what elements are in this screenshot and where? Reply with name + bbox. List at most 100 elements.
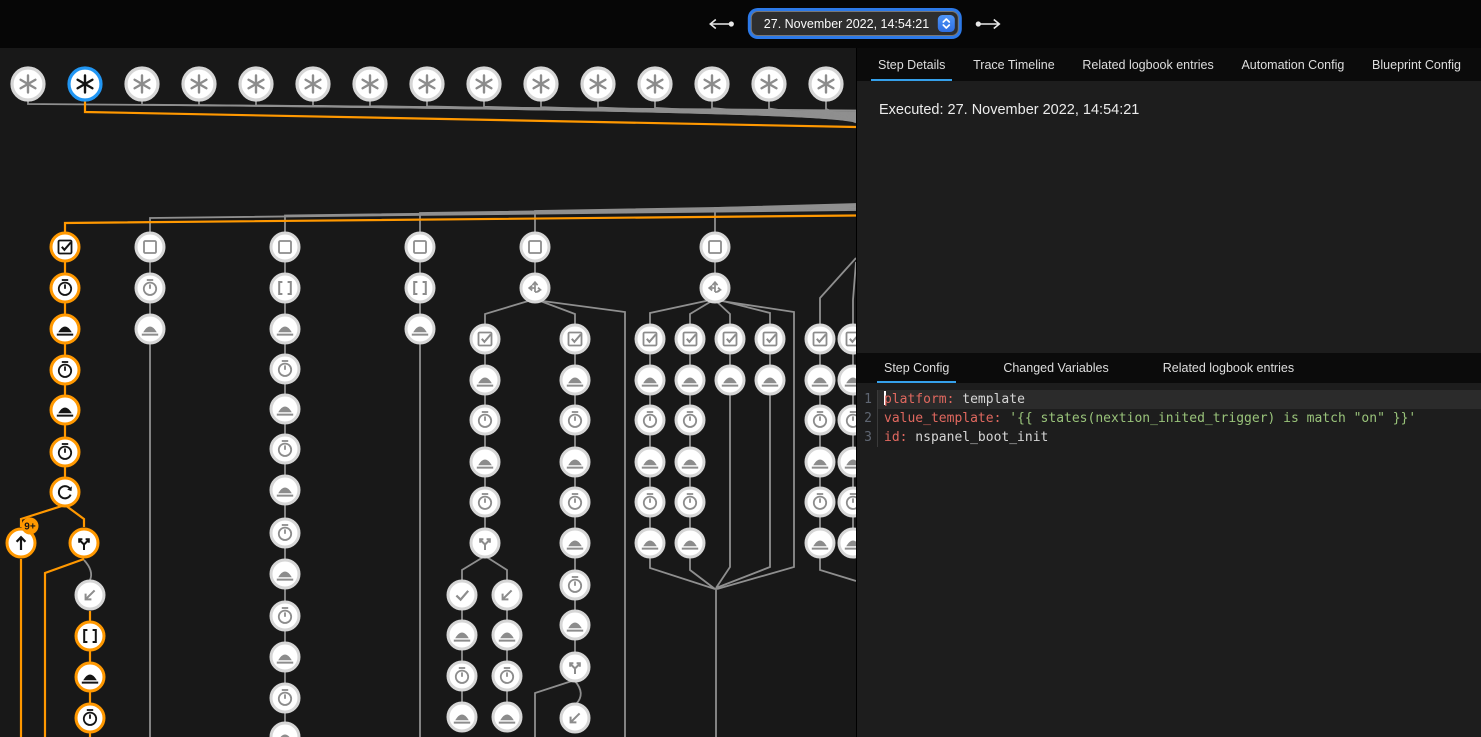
trace-node-room-service[interactable] — [561, 366, 589, 394]
trace-node-timer[interactable] — [839, 406, 856, 434]
trace-node-timer[interactable] — [561, 406, 589, 434]
trace-node-timer[interactable] — [136, 274, 164, 302]
trace-node-room-service[interactable] — [839, 448, 856, 476]
trace-node-room-service[interactable] — [561, 529, 589, 557]
trace-node-timer[interactable] — [271, 519, 299, 547]
trace-node-call-split[interactable] — [70, 529, 98, 557]
trace-node-asterisk[interactable] — [12, 68, 44, 100]
trace-node-asterisk[interactable] — [297, 68, 329, 100]
trace-node-checkbox-blank[interactable] — [136, 233, 164, 261]
trace-node-timer[interactable] — [271, 602, 299, 630]
tab-step-details[interactable]: Step Details — [871, 48, 952, 81]
trace-node-arrow-decision[interactable] — [701, 274, 729, 302]
trace-node-checkbox-marked[interactable] — [51, 233, 79, 261]
trace-node-checkbox-marked[interactable] — [636, 325, 664, 353]
trace-node-timer[interactable] — [806, 406, 834, 434]
trace-node-room-service[interactable] — [676, 529, 704, 557]
trace-node-arrow-bottom-left[interactable] — [76, 581, 104, 609]
trace-node-asterisk[interactable] — [639, 68, 671, 100]
trace-node-asterisk[interactable] — [525, 68, 557, 100]
trace-node-arrow-bottom-left[interactable] — [561, 704, 589, 732]
tab-step-config[interactable]: Step Config — [877, 353, 956, 383]
trace-node-checkbox-blank[interactable] — [521, 233, 549, 261]
trace-node-timer[interactable] — [806, 488, 834, 516]
trace-node-room-service[interactable] — [271, 723, 299, 737]
trace-node-timer[interactable] — [839, 488, 856, 516]
trace-node-room-service[interactable] — [676, 366, 704, 394]
trace-node-room-service[interactable] — [676, 448, 704, 476]
trace-node-asterisk[interactable] — [582, 68, 614, 100]
trace-node-room-service[interactable] — [839, 366, 856, 394]
trace-node-timer[interactable] — [676, 488, 704, 516]
trace-node-room-service[interactable] — [448, 703, 476, 731]
trace-node-asterisk[interactable] — [69, 68, 101, 100]
code-line-3[interactable]: 3id: nspanel_boot_init — [857, 428, 1481, 447]
code-line-1[interactable]: 1platform: template — [857, 390, 1481, 409]
trace-node-room-service[interactable] — [839, 529, 856, 557]
trace-node-room-service[interactable] — [271, 476, 299, 504]
trace-node-timer[interactable] — [471, 406, 499, 434]
trace-node-timer[interactable] — [51, 356, 79, 384]
trace-node-asterisk[interactable] — [810, 68, 842, 100]
trace-graph[interactable]: 9+ — [0, 0, 856, 737]
trace-node-timer[interactable] — [471, 488, 499, 516]
trace-node-call-split[interactable] — [561, 653, 589, 681]
trace-node-room-service[interactable] — [271, 560, 299, 588]
trace-node-timer[interactable] — [676, 406, 704, 434]
trace-node-check[interactable] — [448, 581, 476, 609]
trace-node-timer[interactable] — [561, 488, 589, 516]
tab-trace-timeline[interactable]: Trace Timeline — [966, 48, 1062, 81]
trace-node-asterisk[interactable] — [411, 68, 443, 100]
trace-node-arrow-bottom-left[interactable] — [493, 581, 521, 609]
trace-node-room-service[interactable] — [806, 529, 834, 557]
trace-node-room-service[interactable] — [271, 395, 299, 423]
trace-node-checkbox-blank[interactable] — [701, 233, 729, 261]
trace-node-asterisk[interactable] — [126, 68, 158, 100]
trace-node-room-service[interactable] — [561, 448, 589, 476]
trace-node-asterisk[interactable] — [183, 68, 215, 100]
trace-node-checkbox-blank[interactable] — [406, 233, 434, 261]
step-config-code[interactable]: 1platform: template2value_template: '{{ … — [857, 383, 1481, 737]
trace-node-code-brackets[interactable] — [406, 274, 434, 302]
trace-node-checkbox-blank[interactable] — [271, 233, 299, 261]
trace-node-asterisk[interactable] — [468, 68, 500, 100]
next-trace-button[interactable] — [973, 16, 1005, 32]
trace-node-asterisk[interactable] — [696, 68, 728, 100]
trace-node-room-service[interactable] — [448, 621, 476, 649]
trace-node-timer[interactable] — [271, 355, 299, 383]
trace-node-code-brackets[interactable] — [271, 274, 299, 302]
previous-trace-button[interactable] — [705, 16, 737, 32]
trace-node-room-service[interactable] — [471, 366, 499, 394]
trace-node-room-service[interactable] — [51, 396, 79, 424]
trace-node-room-service[interactable] — [136, 315, 164, 343]
trace-node-code-brackets[interactable] — [76, 622, 104, 650]
trace-node-room-service[interactable] — [471, 448, 499, 476]
trace-node-timer[interactable] — [493, 662, 521, 690]
trace-node-checkbox-marked[interactable] — [561, 325, 589, 353]
trace-node-room-service[interactable] — [493, 621, 521, 649]
trace-node-room-service[interactable] — [806, 448, 834, 476]
trace-node-timer[interactable] — [271, 684, 299, 712]
trace-node-room-service[interactable] — [716, 366, 744, 394]
tab-blueprint-config[interactable]: Blueprint Config — [1365, 48, 1468, 81]
trace-node-checkbox-marked[interactable] — [756, 325, 784, 353]
trace-node-timer[interactable] — [636, 406, 664, 434]
trace-node-checkbox-marked[interactable] — [676, 325, 704, 353]
code-line-2[interactable]: 2value_template: '{{ states(nextion_init… — [857, 409, 1481, 428]
trace-node-asterisk[interactable] — [240, 68, 272, 100]
trace-node-checkbox-marked[interactable] — [716, 325, 744, 353]
trace-node-room-service[interactable] — [756, 366, 784, 394]
trace-node-asterisk[interactable] — [354, 68, 386, 100]
trace-node-timer[interactable] — [448, 662, 476, 690]
trace-node-room-service[interactable] — [636, 529, 664, 557]
trace-node-call-split[interactable] — [471, 529, 499, 557]
trace-node-asterisk[interactable] — [753, 68, 785, 100]
trace-node-room-service[interactable] — [271, 315, 299, 343]
tab-automation-config[interactable]: Automation Config — [1234, 48, 1351, 81]
trace-node-room-service[interactable] — [636, 448, 664, 476]
trace-node-timer[interactable] — [271, 435, 299, 463]
trace-node-room-service[interactable] — [271, 643, 299, 671]
trace-node-room-service[interactable] — [561, 611, 589, 639]
trace-node-checkbox-marked[interactable] — [839, 325, 856, 353]
trace-node-room-service[interactable] — [636, 366, 664, 394]
